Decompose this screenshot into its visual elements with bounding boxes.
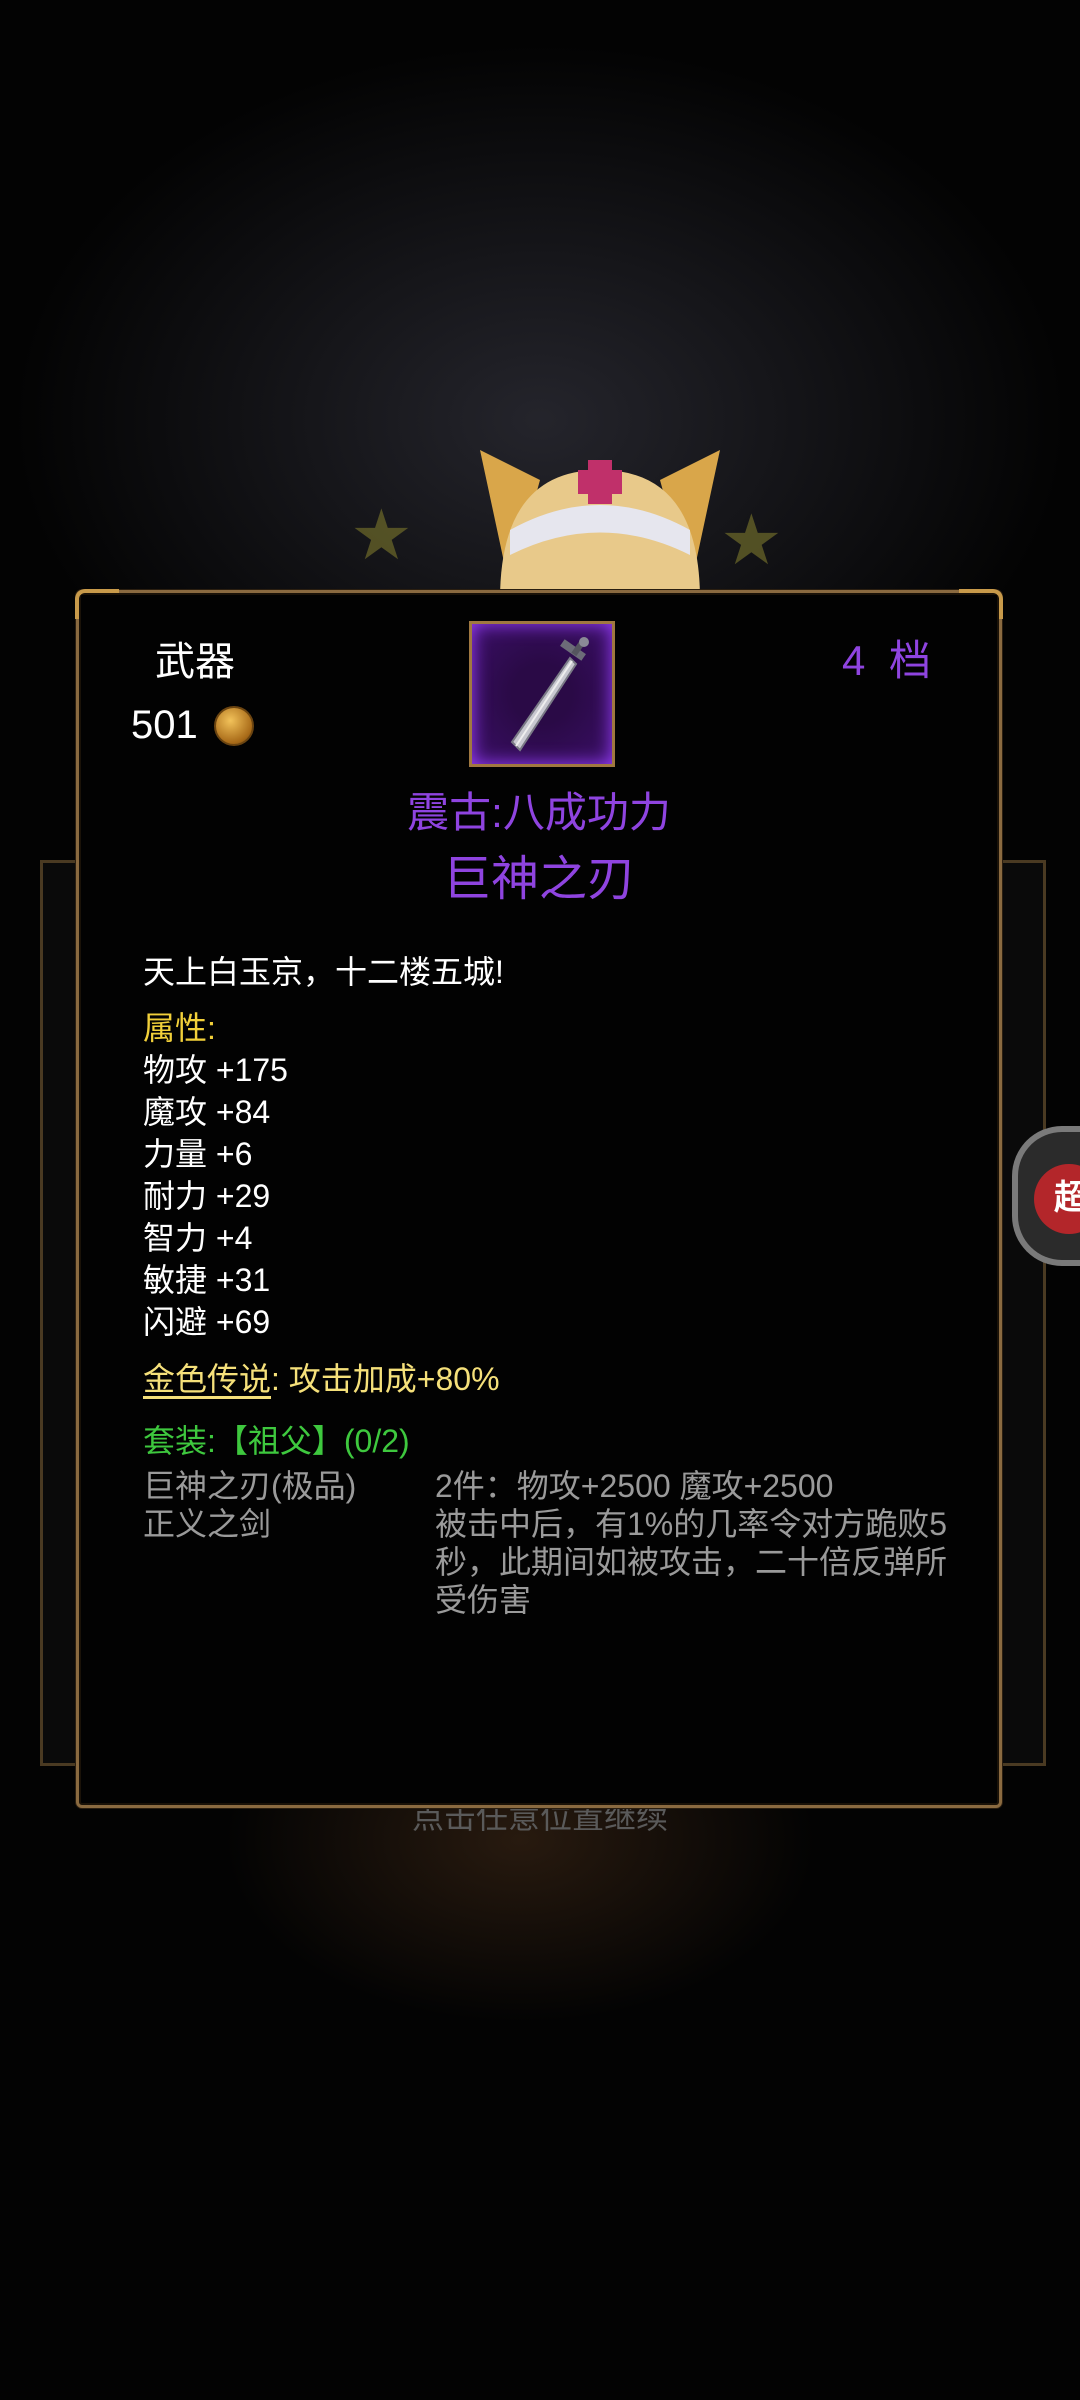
legendary-separator: : [271,1361,280,1397]
item-detail-panel[interactable]: 武器 501 4 档 震古:八成功力 巨神之刃 天上白玉京，十二楼五城! 属性:… [75,589,1003,1808]
flavor-text: 天上白玉京，十二楼五城! [143,954,504,990]
set-piece: 正义之剑 [143,1506,272,1542]
shortcut-label: 超 [1054,1179,1080,1217]
set-bonus-effect: 被击中后，有1%的几率令对方跪败5秒，此期间如被攻击，二十倍反弹所受伤害 [435,1506,948,1618]
item-name: 巨神之刃 [442,853,635,906]
attribute-line: 物攻 +175 [143,1052,288,1088]
attribute-line: 智力 +4 [143,1220,253,1256]
set-details: 巨神之刃(极品) 正义之剑 2件：物攻+2500 魔攻+2500 被击中后，有1… [143,1467,963,1619]
legendary-effect: 金色传说: 攻击加成+80% [143,1357,963,1401]
corner-ornament [75,589,119,619]
set-header: 套装:【祖父】(0/2) [143,1423,410,1459]
item-category: 武器 [155,640,235,684]
floating-shortcut-button[interactable]: 超 [1012,1126,1080,1266]
attribute-line: 闪避 +69 [143,1304,271,1340]
attribute-line: 敏捷 +31 [143,1262,271,1298]
item-icon-slot [469,621,615,767]
sword-icon [510,637,589,752]
set-bonus-2pc: 2件：物攻+2500 魔攻+2500 [435,1468,834,1504]
corner-ornament [959,589,1003,619]
background-character [480,450,720,600]
item-price: 501 [131,703,254,748]
item-description: 天上白玉京，十二楼五城! 属性: 物攻 +175 魔攻 +84 力量 +6 耐力… [143,951,963,1619]
background-star-icon: ★ [350,496,413,574]
attributes-header: 属性: [143,1010,216,1046]
item-subtitle: 震古:八成功力 [407,789,671,836]
price-value: 501 [131,703,198,747]
set-piece: 巨神之刃(极品) [143,1468,357,1504]
attribute-line: 力量 +6 [143,1136,253,1172]
attribute-line: 魔攻 +84 [143,1094,271,1130]
screen[interactable]: ★ ★ 点击任意位置继续 超 武器 501 4 档 震古:八成功力 巨神之刃 天… [0,0,1080,2400]
set-bonuses: 2件：物攻+2500 魔攻+2500 被击中后，有1%的几率令对方跪败5秒，此期… [435,1467,963,1619]
gold-coin-icon [213,705,254,746]
legendary-link[interactable]: 金色传说 [143,1361,271,1397]
item-tier: 4 档 [841,637,931,684]
legendary-effect-text: 攻击加成+80% [288,1361,500,1397]
attribute-line: 耐力 +29 [143,1178,271,1214]
set-pieces: 巨神之刃(极品) 正义之剑 [143,1467,435,1619]
